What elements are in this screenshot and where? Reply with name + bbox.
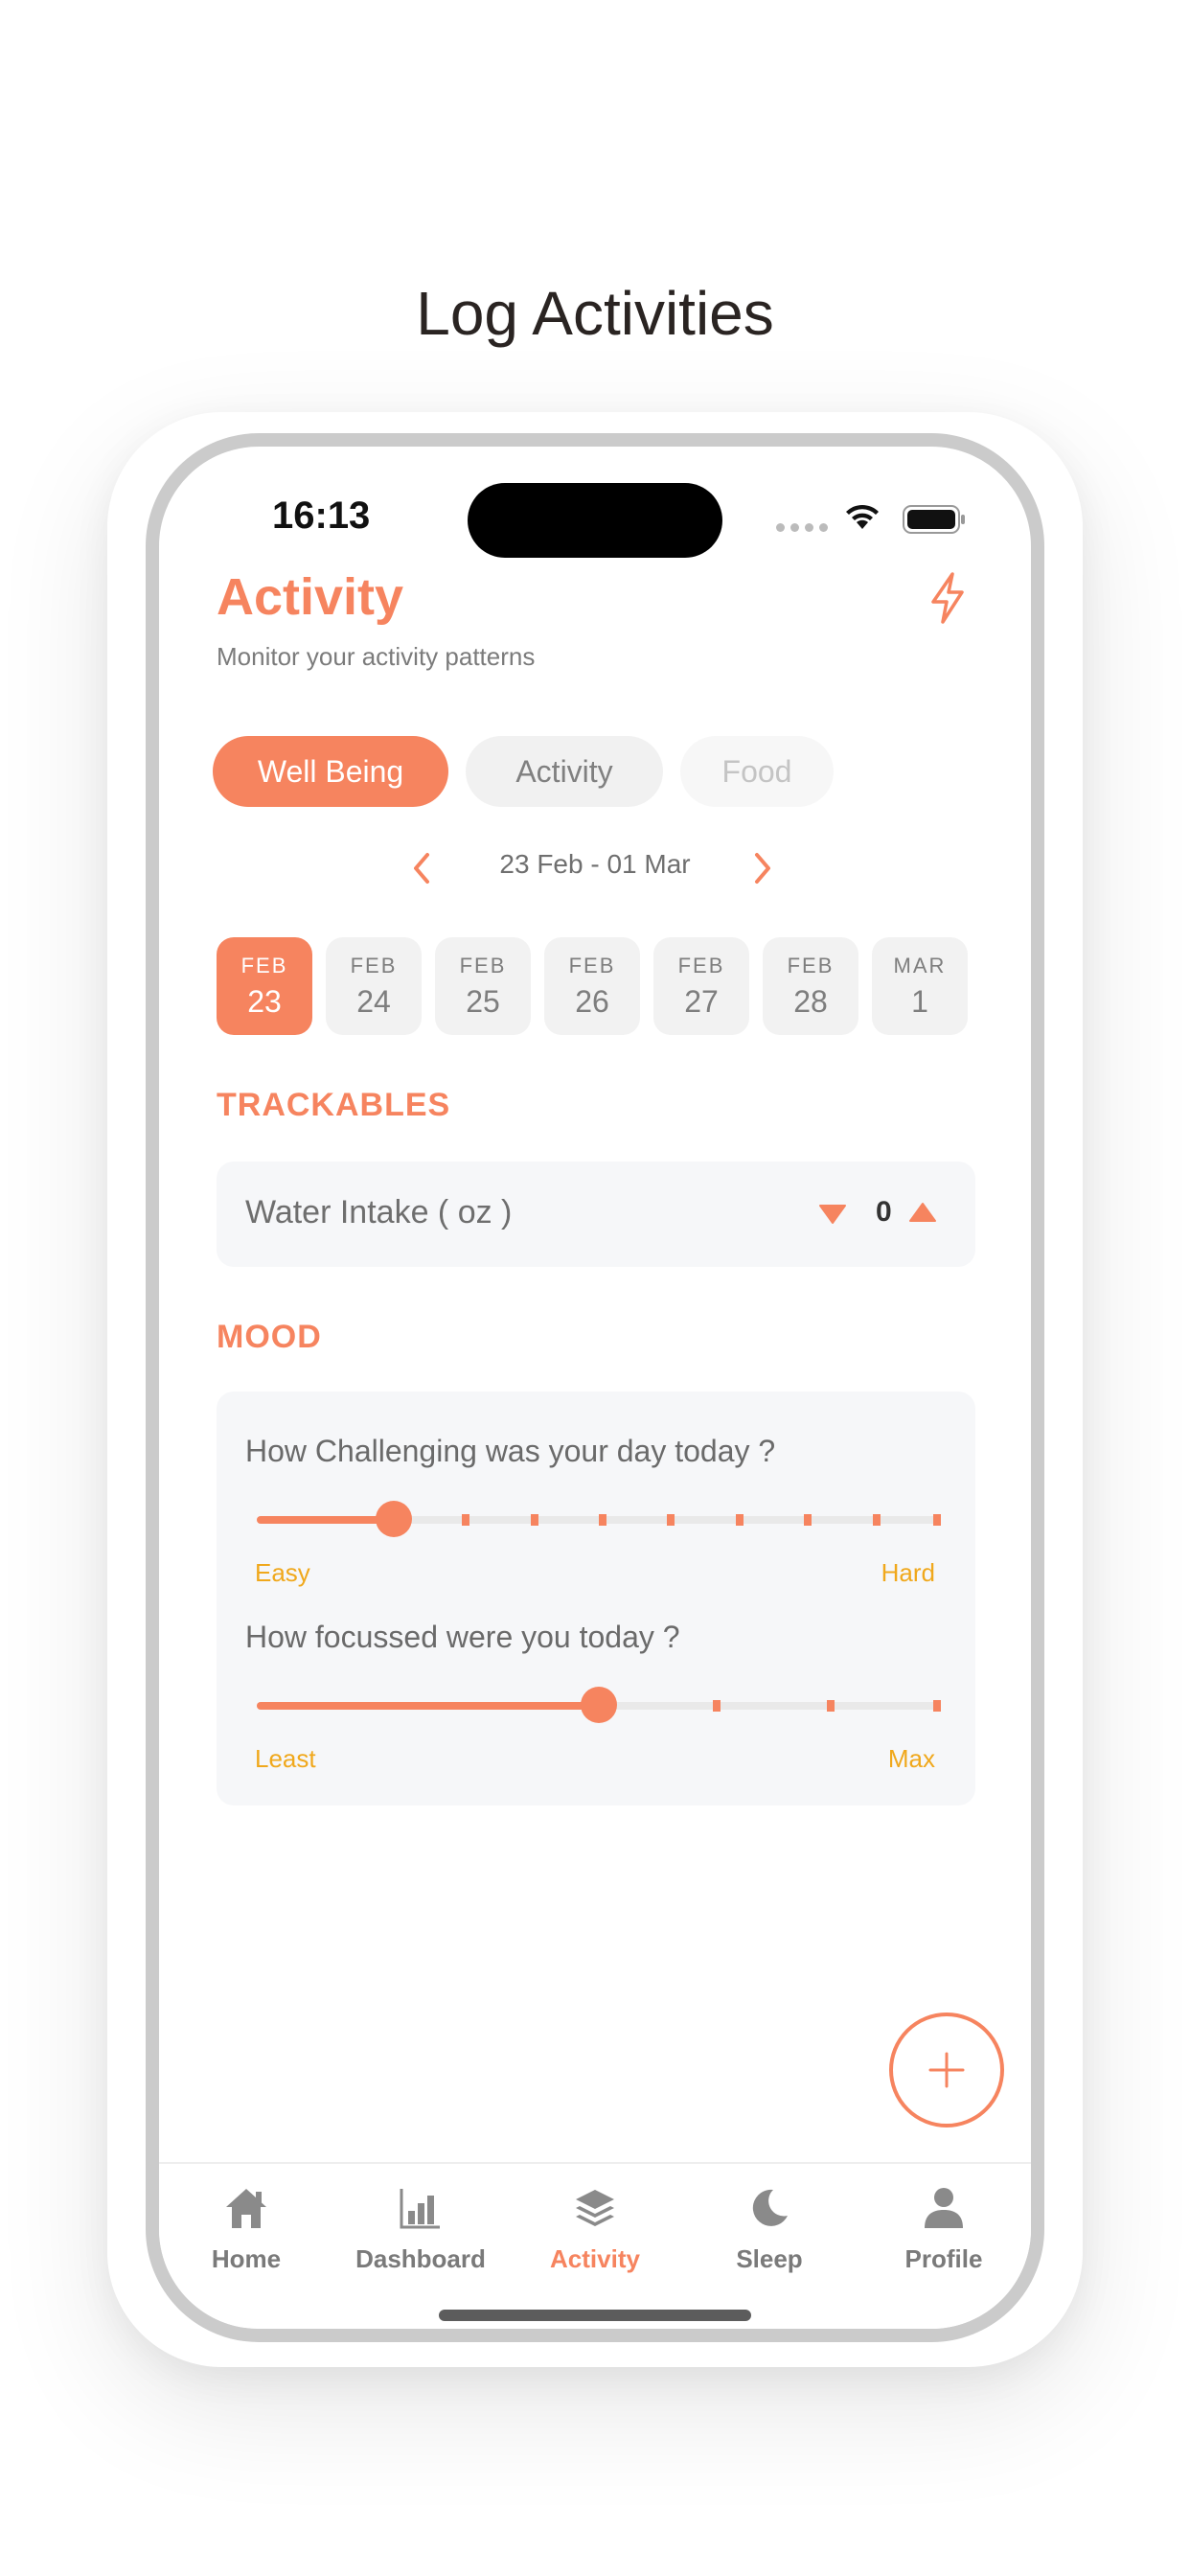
slider-thumb[interactable]: [581, 1687, 617, 1723]
day-month: FEB: [240, 953, 288, 978]
tabbar-label: Dashboard: [355, 2244, 486, 2273]
slider-tick: [735, 1514, 744, 1526]
day-number: 25: [466, 983, 500, 1019]
add-button[interactable]: [889, 2012, 1004, 2128]
date-navigator: 23 Feb - 01 Mar: [159, 840, 1031, 897]
mood-card: How Challenging was your day today ? Eas…: [217, 1392, 975, 1806]
day-number: 24: [356, 983, 391, 1019]
tabbar-item-activity[interactable]: Activity: [508, 2181, 682, 2274]
tabbar-label: Activity: [550, 2244, 640, 2273]
slider-tick: [872, 1514, 881, 1526]
day-month: FEB: [568, 953, 616, 978]
tabbar-item-sleep[interactable]: Sleep: [682, 2181, 857, 2274]
water-intake-value: 0: [876, 1196, 892, 1228]
day-number: 23: [247, 983, 282, 1019]
day-chip[interactable]: FEB 25: [435, 937, 531, 1035]
status-time: 16:13: [272, 494, 371, 537]
chevron-right-icon[interactable]: [751, 851, 774, 886]
slider-tick: [530, 1514, 538, 1526]
category-tabs: Well Being Activity Food: [213, 736, 834, 807]
day-chip[interactable]: FEB 24: [326, 937, 422, 1035]
tabbar-item-home[interactable]: Home: [159, 2181, 333, 2274]
tabbar-label: Home: [211, 2244, 282, 2273]
day-selector: FEB 23 FEB 24 FEB 25 FEB 26 FEB 27 FEB 28 MAR 1: [217, 937, 968, 1035]
decrement-triangle-icon[interactable]: [818, 1204, 847, 1225]
wifi-icon: [846, 504, 879, 529]
day-chip[interactable]: FEB 26: [544, 937, 640, 1035]
tabbar-item-dashboard[interactable]: Dashboard: [333, 2181, 508, 2274]
slider-tick: [827, 1700, 835, 1712]
slider-tick: [713, 1700, 721, 1712]
mood-question: How focussed were you today ?: [245, 1620, 680, 1654]
tab-well-being[interactable]: Well Being: [213, 736, 448, 807]
day-month: MAR: [893, 953, 947, 978]
bottom-tab-bar: Home Dashboard Activity Sleep Profile: [159, 2162, 1031, 2329]
layers-icon: [576, 2190, 614, 2226]
date-range-label: 23 Feb - 01 Mar: [499, 849, 691, 879]
person-icon: [925, 2188, 963, 2228]
slider-min-label: Easy: [255, 1558, 310, 1587]
slider-max-label: Max: [887, 1744, 935, 1773]
battery-icon: [903, 505, 965, 534]
bar-chart-icon: [400, 2189, 440, 2229]
day-number: 27: [684, 983, 719, 1019]
slider-tick: [462, 1514, 470, 1526]
tabbar-label: Profile: [904, 2244, 983, 2273]
day-number: 28: [793, 983, 828, 1019]
day-month: FEB: [677, 953, 725, 978]
slider-thumb[interactable]: [375, 1501, 412, 1537]
screen-title: Activity: [217, 568, 404, 626]
day-number: 1: [911, 983, 928, 1019]
bolt-icon[interactable]: [926, 571, 970, 625]
device-frame: 16:13 Activity Monitor your activity pat…: [146, 433, 1044, 2342]
cellular-signal-icon: [776, 523, 828, 532]
slider-tick: [933, 1700, 941, 1712]
tabbar-label: Sleep: [736, 2244, 803, 2273]
slider-tick: [933, 1514, 941, 1526]
slider-fill: [257, 1702, 599, 1710]
slider-min-label: Least: [255, 1744, 316, 1773]
challenge-slider[interactable]: [257, 1501, 941, 1539]
day-chip[interactable]: MAR 1: [872, 937, 968, 1035]
home-icon: [226, 2189, 266, 2228]
day-chip[interactable]: FEB 27: [653, 937, 749, 1035]
tabbar-item-profile[interactable]: Profile: [857, 2181, 1031, 2274]
moon-icon: [752, 2189, 788, 2226]
plus-icon: [928, 2052, 965, 2088]
mood-question: How Challenging was your day today ?: [245, 1434, 776, 1468]
water-intake-card: Water Intake ( oz ) 0: [217, 1162, 975, 1267]
slider-tick: [599, 1514, 606, 1526]
day-month: FEB: [459, 953, 507, 978]
water-intake-label: Water Intake ( oz ): [245, 1194, 513, 1230]
screen-subtitle: Monitor your activity patterns: [217, 642, 536, 671]
focus-slider[interactable]: [257, 1687, 941, 1725]
day-chip[interactable]: FEB 28: [763, 937, 858, 1035]
slider-tick: [804, 1514, 812, 1526]
slider-fill: [257, 1516, 394, 1524]
tab-activity[interactable]: Activity: [466, 736, 663, 807]
mood-heading: MOOD: [217, 1319, 322, 1355]
slider-max-label: Hard: [881, 1558, 935, 1587]
day-month: FEB: [787, 953, 835, 978]
day-chip[interactable]: FEB 23: [217, 937, 312, 1035]
slider-tick: [667, 1514, 675, 1526]
day-month: FEB: [350, 953, 398, 978]
dynamic-island: [468, 483, 722, 558]
tab-food[interactable]: Food: [680, 736, 834, 807]
app-screen: 16:13 Activity Monitor your activity pat…: [159, 447, 1031, 2329]
home-indicator: [439, 2310, 751, 2321]
trackables-heading: TRACKABLES: [217, 1087, 451, 1123]
page-title: Log Activities: [416, 279, 774, 348]
increment-triangle-icon[interactable]: [908, 1202, 937, 1223]
day-number: 26: [575, 983, 609, 1019]
